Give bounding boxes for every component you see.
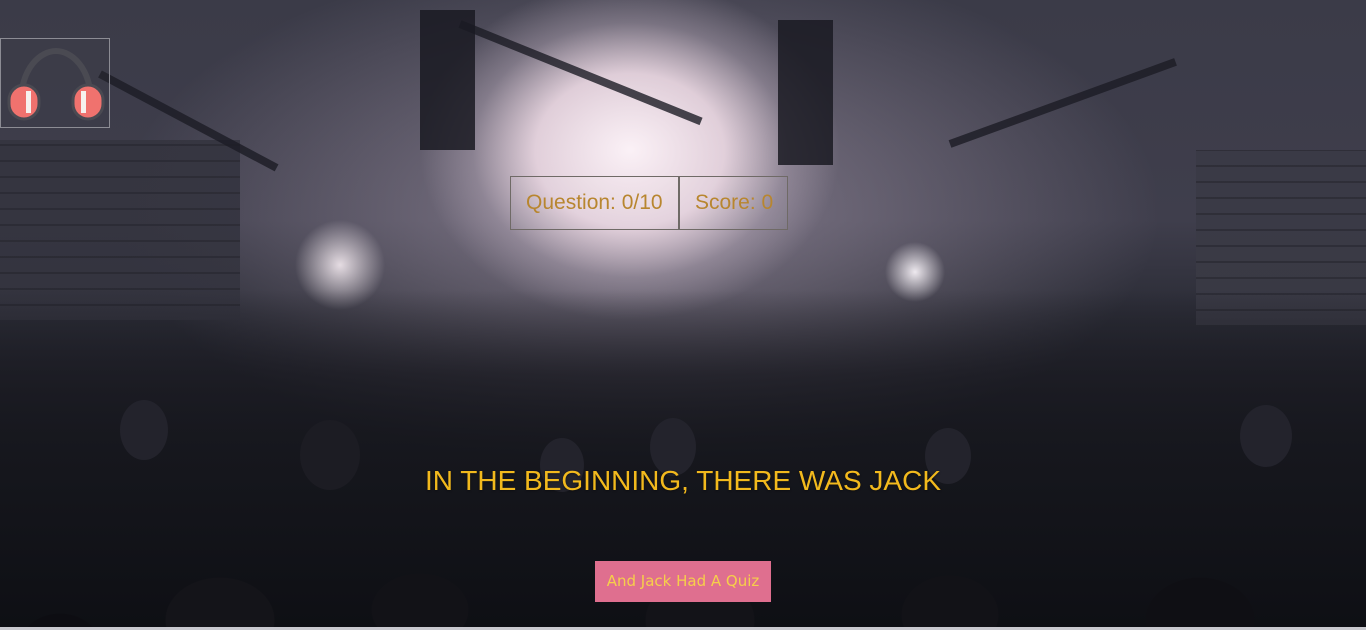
question-counter: Question: 0/10 xyxy=(510,176,679,230)
quiz-page: Question: 0/10 Score: 0 IN THE BEGINNING… xyxy=(0,0,1366,630)
start-quiz-button[interactable]: And Jack Had A Quiz xyxy=(595,561,771,602)
audio-toggle-button[interactable] xyxy=(0,38,110,128)
background-truss xyxy=(458,20,703,126)
background-crowd-head xyxy=(120,400,168,460)
headphones-icon xyxy=(7,47,105,121)
intro-headline: IN THE BEGINNING, THERE WAS JACK xyxy=(424,465,941,496)
score-counter: Score: 0 xyxy=(679,176,788,230)
quiz-stats: Question: 0/10 Score: 0 xyxy=(510,176,788,230)
background-speaker-left xyxy=(420,10,475,150)
background-speaker-right xyxy=(778,20,833,165)
background-crowd-head xyxy=(1240,405,1292,467)
background-truss-right xyxy=(948,58,1177,148)
